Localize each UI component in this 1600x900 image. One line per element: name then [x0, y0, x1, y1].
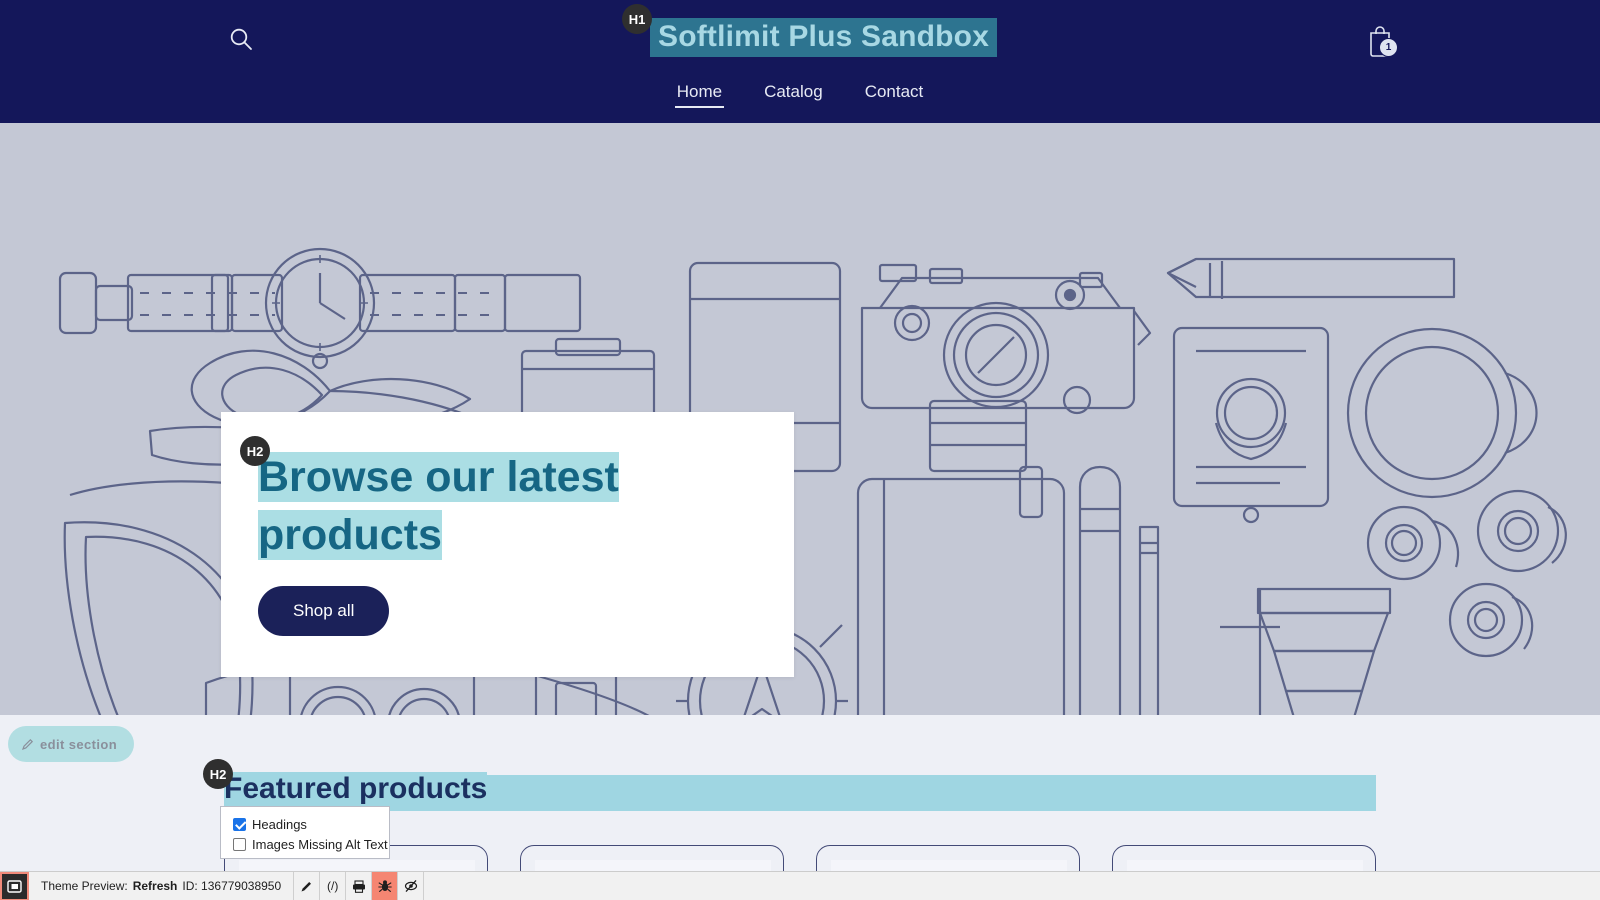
featured-heading-wrapper: Featured products	[224, 772, 1379, 806]
hero-heading: Browse our latest products	[258, 452, 619, 560]
status-prefix: Theme Preview:	[41, 879, 128, 893]
filter-option-headings[interactable]: Headings	[233, 814, 389, 834]
edit-section-label: edit section	[40, 736, 118, 752]
edit-section-button[interactable]: edit section	[8, 726, 135, 762]
featured-heading: Featured products	[224, 772, 488, 805]
toolbar-code-icon[interactable]: (/)	[320, 872, 347, 900]
status-theme-name: Refresh	[132, 879, 178, 893]
search-icon[interactable]	[228, 26, 254, 52]
main-navigation: Home Catalog Contact	[0, 80, 1600, 108]
pencil-icon	[22, 738, 34, 750]
site-title-wrapper: Softlimit Plus Sandbox	[650, 18, 998, 58]
theme-preview-status: Theme Preview: Refresh ID: 136779038950	[29, 872, 295, 900]
hero-card: Browse our latest products Shop all	[221, 412, 794, 677]
heading-level-badge-h2-featured: H2	[203, 759, 233, 789]
toolbar-eye-off-icon[interactable]	[398, 872, 425, 900]
hero-heading-wrapper: Browse our latest products	[258, 448, 768, 564]
toolbar-bug-icon[interactable]	[372, 872, 399, 900]
nav-link-contact[interactable]: Contact	[863, 80, 926, 108]
checkbox-headings[interactable]	[233, 817, 246, 831]
filter-label-headings: Headings	[252, 816, 307, 832]
toolbar-empty-space	[424, 872, 1600, 900]
toolbar-printer-icon[interactable]	[346, 872, 373, 900]
accessibility-filters-panel: Headings Images Missing Alt Text	[220, 806, 390, 859]
filter-option-images-missing-alt-text[interactable]: Images Missing Alt Text	[233, 834, 389, 854]
heading-level-badge-h1: H1	[622, 4, 652, 34]
toolbar-pencil-icon[interactable]	[294, 872, 321, 900]
checkbox-images-missing-alt-text[interactable]	[233, 837, 246, 851]
cart-button[interactable]: 1	[1366, 22, 1400, 60]
nav-link-catalog[interactable]: Catalog	[762, 80, 825, 108]
shop-all-button[interactable]: Shop all	[258, 586, 390, 636]
page-title: Softlimit Plus Sandbox	[650, 18, 998, 57]
site-header: Softlimit Plus Sandbox H1 Home Catalog C…	[0, 0, 1600, 123]
filter-label-images-missing-alt-text: Images Missing Alt Text	[252, 836, 388, 852]
nav-link-home[interactable]: Home	[674, 80, 725, 108]
panel-collapse-icon[interactable]	[0, 872, 29, 900]
hero-section: Browse our latest products Shop all H2	[0, 123, 1600, 715]
heading-level-badge-h2-hero: H2	[240, 436, 270, 466]
theme-preview-toolbar: Theme Preview: Refresh ID: 136779038950 …	[0, 871, 1600, 900]
status-theme-id: ID: 136779038950	[182, 879, 282, 893]
cart-count-badge: 1	[1379, 38, 1398, 57]
browser-viewport: Softlimit Plus Sandbox H1 Home Catalog C…	[0, 0, 1600, 900]
